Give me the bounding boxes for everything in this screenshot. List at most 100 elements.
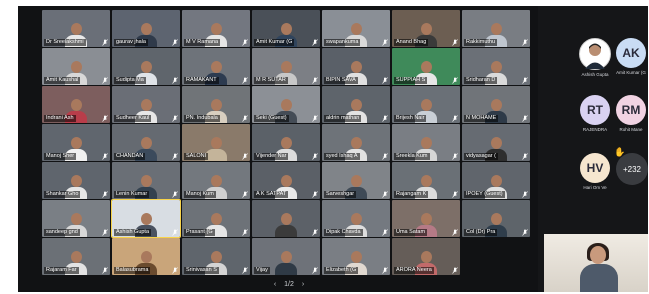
participant-face — [211, 251, 222, 263]
avatar: AK — [616, 38, 646, 68]
participant-face — [421, 213, 432, 225]
video-tile[interactable]: Rajangam K — [392, 162, 460, 199]
attendee-rohit-mane[interactable]: RM Rohit Mane — [614, 95, 648, 132]
mic-muted-icon — [102, 153, 108, 160]
video-tile[interactable]: Brijesh Nair — [392, 86, 460, 123]
mic-muted-icon — [382, 267, 388, 274]
participant-name: PN. Indubala — [184, 115, 220, 122]
participant-name: Prasant (G — [184, 229, 215, 236]
mic-muted-icon — [172, 153, 178, 160]
video-tile[interactable]: Lenin Kumar — [112, 162, 180, 199]
participant-face — [491, 99, 502, 111]
video-tile[interactable]: Manoj Kum — [182, 162, 250, 199]
participant-name: Rakkimuthu — [464, 39, 498, 46]
participant-name: RAMAKANT — [184, 77, 219, 84]
video-tile[interactable]: Amit Kaushal — [42, 48, 110, 85]
video-tile[interactable]: syed Ishaq A — [322, 124, 390, 161]
video-tile[interactable]: Sridharan D — [462, 48, 530, 85]
participant-face — [71, 251, 82, 263]
video-tile[interactable]: BIPIN SAVA — [322, 48, 390, 85]
participant-name: Manoj Kum — [184, 191, 216, 198]
next-page-button[interactable]: › — [302, 281, 304, 288]
mic-muted-icon — [102, 191, 108, 198]
attendee-name: Ashish Gupta — [581, 72, 609, 77]
video-tile[interactable]: Indrani Ash — [42, 86, 110, 123]
video-tile[interactable]: SALONI — [182, 124, 250, 161]
video-tile[interactable]: M V Ramana — [182, 10, 250, 47]
mic-muted-icon — [102, 77, 108, 84]
mic-muted-icon — [382, 153, 388, 160]
prev-page-button[interactable]: ‹ — [274, 281, 276, 288]
video-tile[interactable]: Anand Bhag — [392, 10, 460, 47]
participant-name: Seki (Guest) — [254, 115, 289, 122]
attendee-amit-kumar[interactable]: AK Amit Kumar (G — [614, 38, 648, 75]
attendee-ashish-gupta[interactable]: Ashish Gupta — [578, 38, 612, 77]
mic-muted-icon — [312, 153, 318, 160]
avatar: HV — [580, 153, 610, 183]
participant-name: Amit Kaushal — [44, 77, 81, 84]
video-tile[interactable]: PN. Indubala — [182, 86, 250, 123]
video-tile[interactable]: CHANDAN — [112, 124, 180, 161]
attendee-rajendra[interactable]: RT RAJENDRA — [578, 95, 612, 132]
video-tile[interactable]: Vijender Nar — [252, 124, 320, 161]
video-tile[interactable]: RAMAKANT — [182, 48, 250, 85]
video-tile[interactable]: Sarveshgar — [322, 162, 390, 199]
participant-name: syed Ishaq A — [324, 153, 360, 160]
video-tile[interactable]: Elizabeth (G — [322, 238, 390, 275]
participant-face — [211, 175, 222, 187]
participant-name: A K SATPAT — [254, 191, 289, 198]
video-tile[interactable]: Dipak Chavda — [322, 200, 390, 237]
participant-name: vidyasagar ( — [464, 153, 498, 160]
video-tile[interactable]: gaurav jhala — [112, 10, 180, 47]
participant-name: Dipak Chavda — [324, 229, 363, 236]
video-tile[interactable]: Srinivasan S — [182, 238, 250, 275]
video-tile[interactable]: Sudipta Ma — [112, 48, 180, 85]
participant-name: Brijesh Nair — [394, 115, 427, 122]
video-tile[interactable]: Ashish Gupta — [111, 199, 181, 238]
video-tile[interactable]: IPOEY (Guest) — [462, 162, 530, 199]
video-tile[interactable]: Manoj Sher — [42, 124, 110, 161]
video-tile[interactable]: M R SUTAR — [252, 48, 320, 85]
video-tile[interactable]: Seki (Guest) — [252, 86, 320, 123]
participant-face — [281, 137, 292, 149]
mic-muted-icon — [102, 39, 108, 46]
video-tile[interactable]: aldrin mathan — [322, 86, 390, 123]
video-tile[interactable]: Prasant (G — [182, 200, 250, 237]
participant-face — [71, 213, 82, 225]
participant-name: SALONI — [184, 153, 209, 160]
video-tile[interactable]: sandeep gnd — [42, 200, 110, 237]
participant-name: Dr Sreelakshmi — [44, 39, 86, 46]
video-tile[interactable]: Uma Satam — [392, 200, 460, 237]
mic-muted-icon — [452, 115, 458, 122]
page-navigator: ‹ 1/2 › — [264, 281, 314, 291]
video-tile[interactable]: Sreekla Kum — [392, 124, 460, 161]
video-tile[interactable]: A K SATPAT — [252, 162, 320, 199]
video-tile[interactable]: Amit Kumar (G — [252, 10, 320, 47]
self-body — [580, 264, 618, 292]
video-tile[interactable]: Balasubrama — [112, 238, 180, 275]
video-tile[interactable]: SUPPIAH S — [392, 48, 460, 85]
video-tile[interactable]: ARORA Neera — [392, 238, 460, 275]
participant-name: aldrin mathan — [324, 115, 362, 122]
participant-name: CHANDAN — [114, 153, 146, 160]
avatar-photo — [579, 38, 611, 70]
video-tile[interactable]: N MOHAME — [462, 86, 530, 123]
attendee-hari-om[interactable]: HV Hari Om Ve — [578, 153, 612, 190]
participant-face — [421, 23, 432, 35]
video-tile[interactable] — [252, 200, 320, 237]
video-tile[interactable]: Shankar Gho — [42, 162, 110, 199]
video-tile[interactable]: Rajaram Far — [42, 238, 110, 275]
video-tile[interactable]: Vijay — [252, 238, 320, 275]
participant-name: M R SUTAR — [254, 77, 288, 84]
video-tile[interactable]: Sudheer Kaul — [112, 86, 180, 123]
participant-name: IPOEY (Guest) — [464, 191, 505, 198]
more-attendees-button[interactable]: +232 — [616, 153, 648, 185]
participant-face — [211, 213, 222, 225]
video-grid: Dr Sreelakshmi gaurav jhala M V Ramana Amit… — [42, 10, 540, 278]
video-tile[interactable]: Dr Sreelakshmi — [42, 10, 110, 47]
video-tile[interactable]: vidyasagar ( — [462, 124, 530, 161]
video-tile[interactable]: Rakkimuthu — [462, 10, 530, 47]
video-tile[interactable]: Col (Dr) Pra — [462, 200, 530, 237]
attendee-name: Rohit Mane — [619, 127, 643, 132]
video-tile[interactable]: swapankuma — [322, 10, 390, 47]
